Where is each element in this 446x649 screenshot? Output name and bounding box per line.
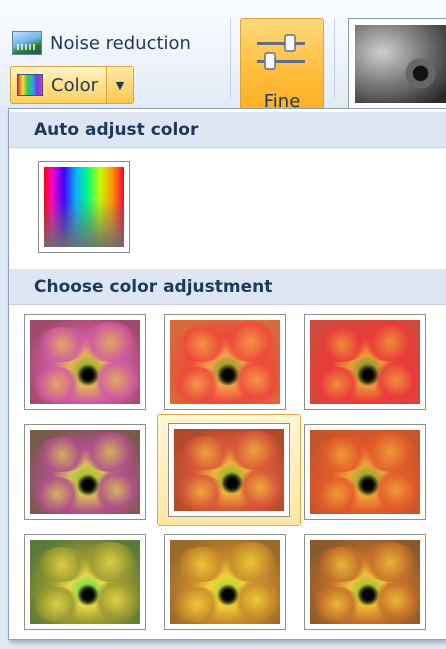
thumbnail-frame: [164, 534, 286, 630]
auto-adjust-color-tile[interactable]: [38, 161, 130, 253]
color-adjustment-option[interactable]: [24, 424, 146, 520]
ribbon-separator: [230, 18, 231, 98]
flower-petal: [175, 546, 229, 582]
flower-petal: [233, 580, 280, 621]
flower-petal: [226, 430, 282, 470]
thumbnail-frame: [24, 534, 146, 630]
flower-petal: [312, 367, 361, 403]
flower-thumbnail: [170, 320, 280, 404]
color-adjustment-option[interactable]: [164, 534, 286, 630]
flower-petal: [315, 436, 369, 472]
color-adjustment-dropdown: Auto adjust color Choose color adjustmen…: [8, 108, 446, 640]
flower-thumbnail: [310, 540, 420, 624]
color-dropdown-arrow[interactable]: ▼: [106, 67, 133, 103]
flower-center: [357, 363, 380, 386]
flower-petal: [237, 468, 284, 508]
auto-adjust-header: Auto adjust color: [9, 112, 446, 148]
flower-petal: [373, 360, 420, 401]
sliders-icon: [257, 34, 305, 70]
color-adjustment-option[interactable]: [304, 314, 426, 410]
flower-thumbnail: [170, 540, 280, 624]
color-label: Color: [51, 74, 98, 96]
flower-petal: [93, 580, 140, 621]
thumbnail-frame: [24, 314, 146, 410]
ribbon: Noise reduction Color ▼ Fine: [0, 0, 446, 113]
flower-center: [217, 583, 240, 606]
flower-petal: [82, 431, 138, 472]
flower-center: [77, 363, 100, 386]
flower-center: [217, 363, 240, 386]
flower-thumbnail: [30, 540, 140, 624]
flower-petal: [82, 321, 138, 362]
flower-petal: [373, 580, 420, 621]
flower-thumbnail: [310, 320, 420, 404]
flower-center: [357, 473, 380, 496]
color-adjustment-option[interactable]: [24, 314, 146, 410]
flower-center: [77, 473, 100, 496]
flower-petal: [172, 587, 221, 623]
thumbnail-frame: [304, 534, 426, 630]
flower-petal: [82, 541, 138, 582]
flower-petal: [35, 436, 89, 472]
color-icon: [17, 74, 43, 96]
flower-petal: [312, 587, 361, 623]
flower-petal: [176, 474, 225, 510]
flower-petal: [233, 360, 280, 401]
color-adjustment-option[interactable]: [24, 534, 146, 630]
thumbnail-frame: [304, 424, 426, 520]
thumbnail-frame: [164, 314, 286, 410]
thumbnail-frame: [304, 314, 426, 410]
flower-petal: [172, 367, 221, 403]
flower-center: [357, 583, 380, 606]
flower-petal: [32, 477, 81, 513]
photo-preview-thumbnail[interactable]: [348, 18, 446, 110]
flower-petal: [222, 541, 278, 582]
thumbnail-frame: [168, 423, 290, 517]
flower-petal: [315, 546, 369, 582]
flower-petal: [312, 477, 361, 513]
flower-thumbnail: [30, 320, 140, 404]
color-adjustment-option[interactable]: [304, 534, 426, 630]
flower-petal: [32, 587, 81, 623]
flower-petal: [222, 321, 278, 362]
noise-reduction-icon: [12, 31, 42, 55]
choose-adjustment-header: Choose color adjustment: [9, 269, 446, 305]
flower-petal: [362, 541, 418, 582]
preview-image: [355, 25, 446, 103]
flower-thumbnail: [30, 430, 140, 514]
flower-center: [77, 583, 100, 606]
flower-petal: [35, 546, 89, 582]
noise-reduction-label: Noise reduction: [50, 32, 191, 54]
flower-petal: [362, 431, 418, 472]
flower-petal: [35, 326, 89, 362]
flower-petal: [93, 360, 140, 401]
color-adjustment-option[interactable]: [157, 414, 301, 526]
color-adjustment-option[interactable]: [304, 424, 426, 520]
flower-center: [221, 471, 244, 494]
flower-petal: [175, 326, 229, 362]
flower-petal: [315, 326, 369, 362]
flower-petal: [179, 435, 233, 470]
flower-petal: [362, 321, 418, 362]
color-spectrum-icon: [44, 167, 124, 247]
fine-tune-button[interactable]: Fine: [240, 18, 324, 113]
flower-petal: [373, 470, 420, 511]
flower-thumbnail: [310, 430, 420, 514]
flower-petal: [93, 470, 140, 511]
color-adjustment-option[interactable]: [164, 314, 286, 410]
noise-reduction-button[interactable]: Noise reduction: [12, 26, 191, 60]
flower-thumbnail: [174, 429, 284, 511]
flower-petal: [32, 367, 81, 403]
ribbon-separator: [334, 18, 335, 98]
thumbnail-frame: [24, 424, 146, 520]
color-button[interactable]: Color ▼: [10, 66, 134, 104]
chevron-down-icon: ▼: [115, 78, 125, 92]
